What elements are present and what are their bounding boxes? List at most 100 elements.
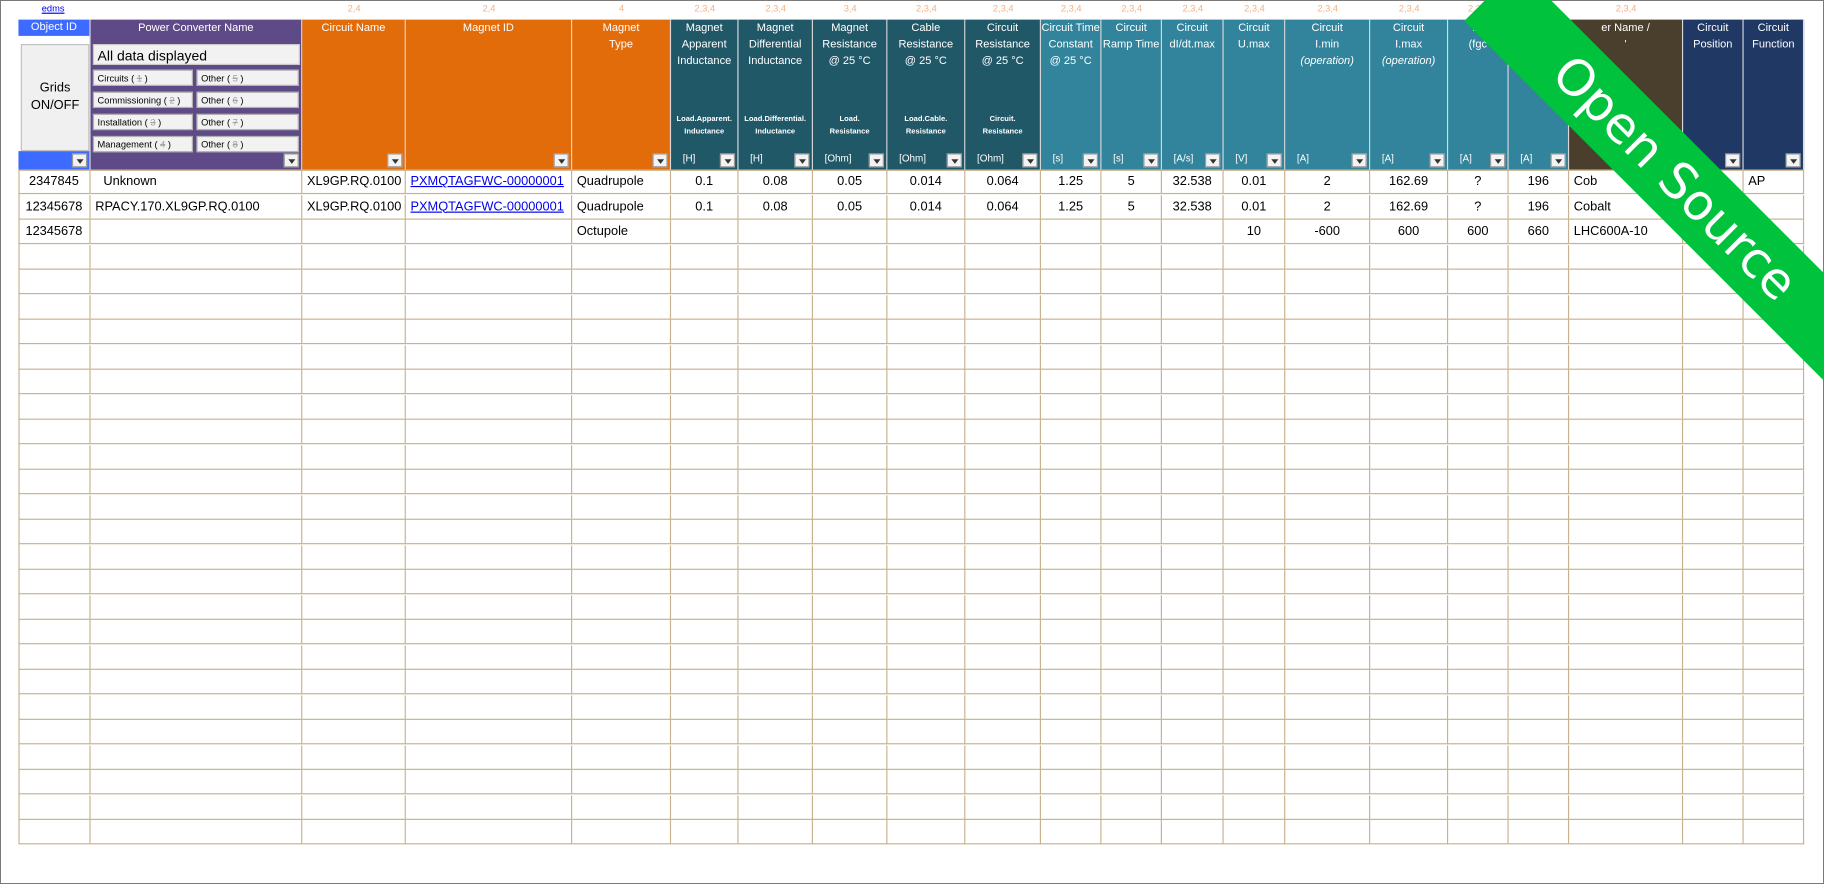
table-cell[interactable] xyxy=(1569,794,1684,820)
table-cell[interactable] xyxy=(738,269,813,295)
table-cell[interactable] xyxy=(1743,219,1805,245)
table-cell[interactable] xyxy=(90,369,303,395)
table-cell[interactable] xyxy=(1040,294,1102,320)
table-cell[interactable] xyxy=(965,444,1041,470)
table-cell[interactable] xyxy=(1569,694,1684,720)
table-cell[interactable] xyxy=(1223,569,1286,595)
grids-toggle-button[interactable]: Grids ON/OFF xyxy=(20,44,90,152)
table-cell[interactable] xyxy=(18,744,91,770)
table-cell[interactable] xyxy=(405,319,573,345)
table-cell[interactable] xyxy=(812,719,888,745)
table-cell[interactable] xyxy=(1683,469,1744,495)
table-cell[interactable] xyxy=(887,319,966,345)
table-cell[interactable] xyxy=(812,269,888,295)
table-cell[interactable] xyxy=(812,819,888,845)
table-cell[interactable] xyxy=(812,244,888,270)
filter-button-management[interactable]: Management ( 4 ) xyxy=(92,135,193,153)
table-cell[interactable] xyxy=(1448,244,1509,270)
table-cell[interactable] xyxy=(1448,519,1509,545)
filter-button-installation[interactable]: Installation ( 3 ) xyxy=(92,113,193,131)
table-cell[interactable] xyxy=(1683,694,1744,720)
table-cell[interactable] xyxy=(90,719,303,745)
table-cell[interactable] xyxy=(1508,369,1570,395)
table-cell[interactable] xyxy=(1569,644,1684,670)
table-cell[interactable] xyxy=(1683,394,1744,420)
table-cell[interactable] xyxy=(1508,694,1570,720)
table-cell[interactable] xyxy=(1743,519,1805,545)
table-cell[interactable] xyxy=(302,644,406,670)
table-cell[interactable] xyxy=(812,444,888,470)
table-cell[interactable] xyxy=(965,394,1041,420)
table-cell[interactable] xyxy=(1101,719,1162,745)
table-cell[interactable] xyxy=(1101,744,1162,770)
table-cell[interactable] xyxy=(1223,744,1286,770)
table-cell[interactable] xyxy=(1508,594,1570,620)
table-cell[interactable]: 1.25 xyxy=(1040,169,1102,195)
table-cell[interactable] xyxy=(1743,319,1805,345)
table-cell[interactable] xyxy=(572,444,672,470)
table-cell[interactable] xyxy=(738,319,813,345)
table-cell[interactable] xyxy=(1448,769,1509,795)
table-cell[interactable] xyxy=(738,244,813,270)
table-cell[interactable]: 162.69 xyxy=(1370,169,1449,195)
table-cell[interactable] xyxy=(1743,819,1805,845)
table-cell[interactable] xyxy=(1101,519,1162,545)
table-cell[interactable] xyxy=(18,619,91,645)
table-cell[interactable] xyxy=(1683,744,1744,770)
table-cell[interactable] xyxy=(1101,769,1162,795)
table-cell[interactable] xyxy=(1040,394,1102,420)
table-cell[interactable] xyxy=(887,219,966,245)
table-cell[interactable] xyxy=(1448,619,1509,645)
table-cell[interactable]: -600 xyxy=(1285,219,1371,245)
table-cell[interactable] xyxy=(1743,694,1805,720)
table-cell[interactable] xyxy=(1161,669,1224,695)
table-cell[interactable] xyxy=(1285,644,1371,670)
filter-dropdown-icon[interactable] xyxy=(71,153,88,168)
table-cell[interactable]: 0.01 xyxy=(1223,169,1286,195)
table-cell[interactable] xyxy=(1508,269,1570,295)
table-cell[interactable] xyxy=(1683,444,1744,470)
table-cell[interactable] xyxy=(1683,794,1744,820)
table-cell[interactable] xyxy=(1569,594,1684,620)
table-cell[interactable] xyxy=(887,444,966,470)
table-cell[interactable] xyxy=(90,744,303,770)
table-cell[interactable] xyxy=(887,494,966,520)
table-cell[interactable] xyxy=(738,569,813,595)
table-cell[interactable] xyxy=(1569,394,1684,420)
table-cell[interactable] xyxy=(1285,294,1371,320)
table-cell[interactable] xyxy=(302,744,406,770)
table-cell[interactable] xyxy=(965,269,1041,295)
table-cell[interactable] xyxy=(1683,419,1744,445)
table-cell[interactable] xyxy=(18,344,91,370)
table-cell[interactable] xyxy=(572,544,672,570)
filter-dropdown-icon[interactable] xyxy=(868,153,884,168)
table-cell[interactable] xyxy=(1448,369,1509,395)
table-cell[interactable] xyxy=(671,619,739,645)
table-cell[interactable] xyxy=(1370,644,1449,670)
table-cell[interactable] xyxy=(1448,394,1509,420)
table-cell[interactable] xyxy=(90,519,303,545)
table-cell[interactable] xyxy=(1448,644,1509,670)
table-cell[interactable]: 10 xyxy=(1223,219,1286,245)
table-cell[interactable]: PXMQTAGFWC-00000001 xyxy=(405,169,573,195)
filter-button-other[interactable]: Other ( 6 ) xyxy=(196,91,299,109)
table-cell[interactable] xyxy=(1569,744,1684,770)
table-cell[interactable] xyxy=(1743,244,1805,270)
table-cell[interactable] xyxy=(812,469,888,495)
table-cell[interactable] xyxy=(405,544,573,570)
table-cell[interactable] xyxy=(1285,419,1371,445)
magnet-id-link[interactable]: PXMQTAGFWC-00000001 xyxy=(410,174,563,188)
table-cell[interactable] xyxy=(738,694,813,720)
table-cell[interactable] xyxy=(302,344,406,370)
table-cell[interactable] xyxy=(18,419,91,445)
table-cell[interactable] xyxy=(302,719,406,745)
table-cell[interactable] xyxy=(1285,269,1371,295)
table-cell[interactable] xyxy=(1508,319,1570,345)
table-cell[interactable] xyxy=(1161,819,1224,845)
filter-dropdown-icon[interactable] xyxy=(387,153,403,168)
table-cell[interactable] xyxy=(1101,369,1162,395)
table-cell[interactable] xyxy=(405,669,573,695)
table-cell[interactable] xyxy=(887,694,966,720)
table-cell[interactable] xyxy=(302,469,406,495)
table-cell[interactable] xyxy=(18,294,91,320)
